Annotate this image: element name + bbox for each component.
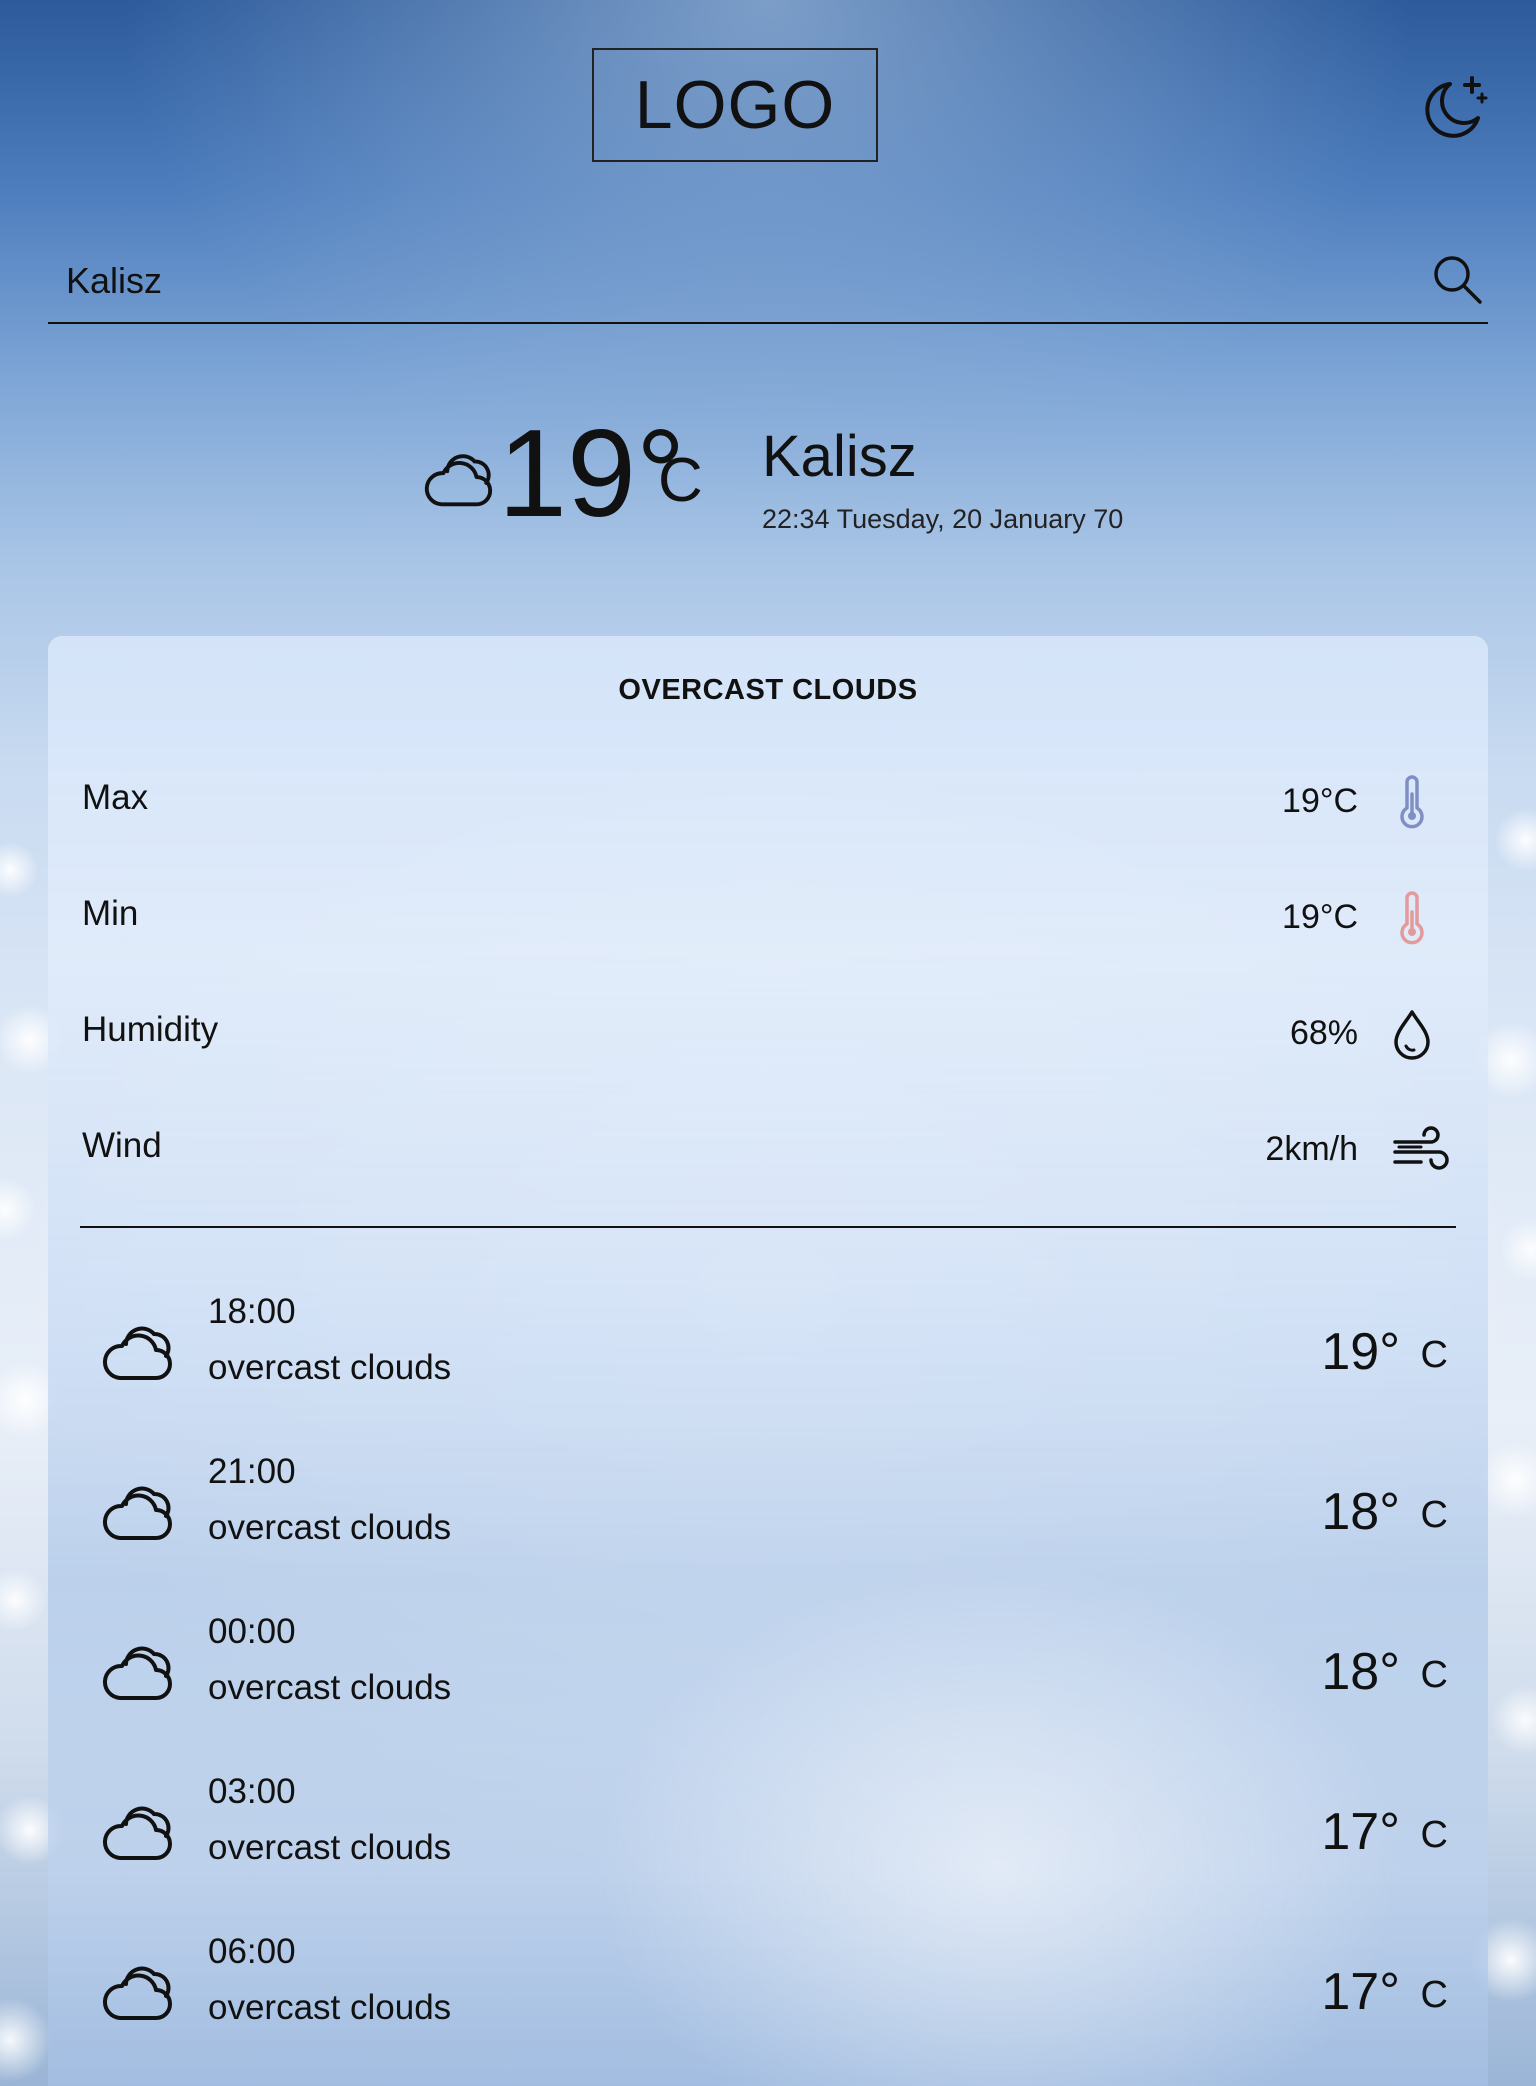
forecast-item: 06:00 overcast clouds 17° C xyxy=(96,1932,1472,2052)
forecast-temperature-unit: C xyxy=(1420,1334,1448,1376)
detail-row-min: Min 19°C xyxy=(82,884,1458,954)
detail-label: Max xyxy=(82,778,149,817)
forecast-description: overcast clouds xyxy=(208,1988,452,2027)
detail-value: 68% xyxy=(1289,1014,1358,1052)
forecast-temperature-unit: C xyxy=(1420,1974,1448,2016)
search-bar xyxy=(48,240,1488,324)
detail-row-max: Max 19°C xyxy=(82,768,1458,838)
detail-value: 19°C xyxy=(1282,898,1358,936)
forecast-temperature: 18° xyxy=(1321,1483,1400,1541)
thermometer-icon xyxy=(1400,891,1424,945)
current-temperature-unit: C xyxy=(658,446,703,515)
forecast-time: 21:00 xyxy=(208,1452,296,1491)
forecast-item: 21:00 overcast clouds 18° C xyxy=(96,1452,1472,1572)
thermometer-icon xyxy=(1400,775,1424,829)
current-city: Kalisz xyxy=(762,424,917,489)
divider xyxy=(80,1226,1456,1228)
cloud-icon xyxy=(103,1486,172,1540)
search-icon xyxy=(1434,256,1482,304)
forecast-time: 03:00 xyxy=(208,1772,296,1811)
detail-value: 2km/h xyxy=(1265,1130,1358,1168)
current-weather: 19° C Kalisz 22:34 Tuesday, 20 January 7… xyxy=(418,412,1138,550)
forecast-time: 06:00 xyxy=(208,1932,296,1971)
cloud-icon xyxy=(103,1806,172,1860)
forecast-description: overcast clouds xyxy=(208,1668,452,1707)
forecast-item: 18:00 overcast clouds 19° C xyxy=(96,1292,1472,1412)
search-input[interactable] xyxy=(64,252,1368,310)
detail-label: Min xyxy=(82,894,139,933)
forecast-temperature: 17° xyxy=(1321,1803,1400,1861)
forecast-item: 03:00 overcast clouds 17° C xyxy=(96,1772,1472,1892)
forecast-temperature: 19° xyxy=(1321,1323,1400,1381)
forecast-temperature: 18° xyxy=(1321,1643,1400,1701)
detail-label: Humidity xyxy=(82,1010,219,1049)
forecast-item: 00:00 overcast clouds 18° C xyxy=(96,1612,1472,1732)
detail-value: 19°C xyxy=(1282,782,1358,820)
forecast-temperature: 17° xyxy=(1321,1963,1400,2021)
cloud-icon xyxy=(103,1646,172,1700)
forecast-time: 00:00 xyxy=(208,1612,296,1651)
weather-details-card: OVERCAST CLOUDS Max 19°C Min 19°C Humidi… xyxy=(48,636,1488,2086)
current-datetime: 22:34 Tuesday, 20 January 70 xyxy=(762,504,1124,534)
cloud-icon xyxy=(424,454,493,507)
forecast-description: overcast clouds xyxy=(208,1348,452,1387)
cloud-icon xyxy=(103,1326,172,1380)
forecast-description: overcast clouds xyxy=(208,1828,452,1867)
detail-label: Wind xyxy=(82,1126,162,1165)
forecast-temperature-unit: C xyxy=(1420,1654,1448,1696)
cloud-icon xyxy=(103,1966,172,2020)
theme-toggle-button[interactable] xyxy=(1420,72,1490,142)
logo[interactable]: LOGO xyxy=(592,48,878,162)
forecast-temperature-unit: C xyxy=(1420,1494,1448,1536)
wind-icon xyxy=(1393,1126,1449,1170)
forecast-description: overcast clouds xyxy=(208,1508,452,1547)
moon-star-icon xyxy=(1425,76,1488,138)
detail-row-humidity: Humidity 68% xyxy=(82,1000,1458,1070)
droplet-icon xyxy=(1394,1010,1430,1060)
forecast-temperature-unit: C xyxy=(1420,1814,1448,1856)
detail-row-wind: Wind 2km/h xyxy=(82,1116,1458,1186)
search-button[interactable] xyxy=(1428,250,1488,310)
condition-title: OVERCAST CLOUDS xyxy=(618,674,918,706)
forecast-time: 18:00 xyxy=(208,1292,296,1331)
